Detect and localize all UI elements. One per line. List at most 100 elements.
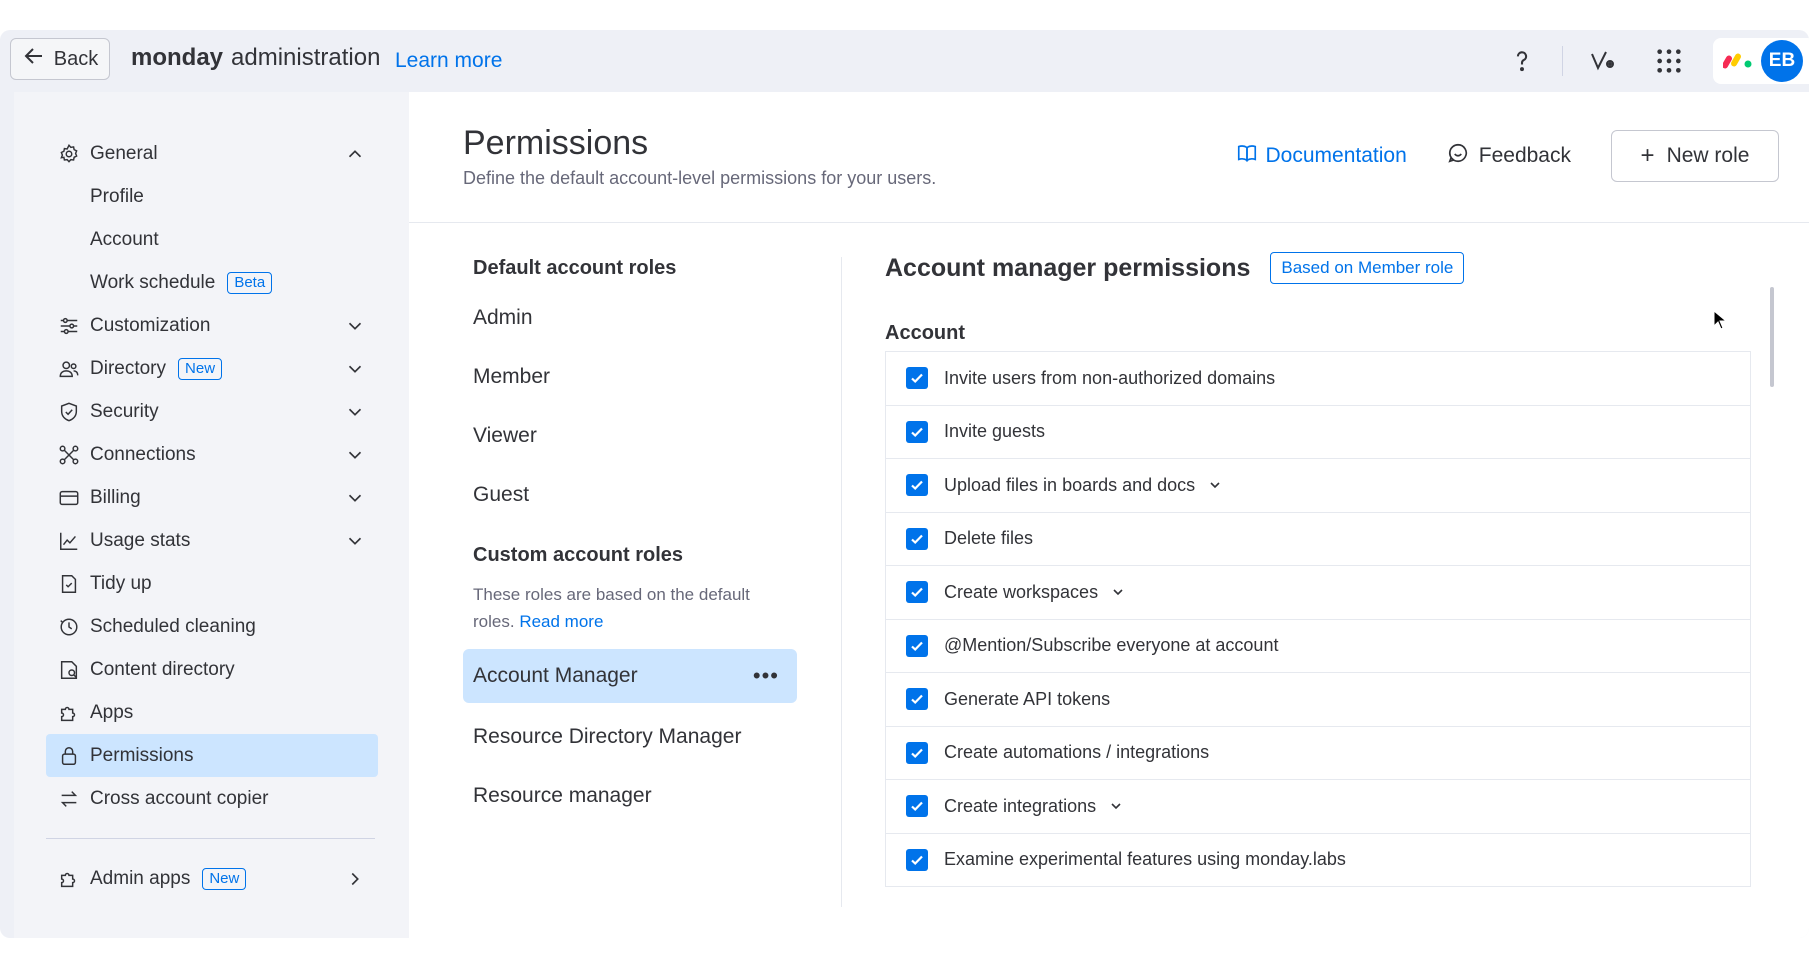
checkbox-checked-icon[interactable]	[906, 741, 928, 764]
checkbox-checked-icon[interactable]	[906, 420, 928, 443]
sidebar-item-profile[interactable]: Profile	[14, 175, 409, 218]
sidebar-item-label: Profile	[90, 185, 144, 207]
read-more-link[interactable]: Read more	[519, 612, 603, 631]
permission-label: Examine experimental features using mond…	[944, 849, 1346, 870]
sidebar-item-customization[interactable]: Customization	[14, 304, 409, 347]
permission-row: Invite users from non-authorized domains	[886, 352, 1750, 406]
sliders-icon	[58, 315, 80, 337]
permission-row: Create integrations	[886, 780, 1750, 834]
chevron-down-icon[interactable]	[344, 444, 366, 466]
chevron-up-icon[interactable]	[344, 143, 366, 165]
sidebar-item-permissions[interactable]: Permissions	[46, 734, 378, 777]
new-badge: New	[178, 357, 223, 380]
help-icon[interactable]	[1502, 41, 1542, 81]
custom-roles-heading: Custom account roles	[473, 544, 684, 566]
permission-row: Examine experimental features using mond…	[886, 834, 1750, 887]
permission-label: @Mention/Subscribe everyone at account	[944, 635, 1279, 656]
permission-row: Upload files in boards and docs	[886, 459, 1750, 513]
role-guest[interactable]: Guest	[463, 465, 803, 524]
permission-row: Generate API tokens	[886, 673, 1750, 727]
chevron-right-icon[interactable]	[344, 868, 366, 890]
permission-list: Invite users from non-authorized domains…	[885, 351, 1751, 887]
permission-row: Invite guests	[886, 406, 1750, 459]
role-member[interactable]: Member	[463, 347, 803, 406]
based-on-badge[interactable]: Based on Member role	[1270, 252, 1465, 284]
sidebar-item-work-schedule[interactable]: Work schedule Beta	[14, 261, 409, 304]
role-admin[interactable]: Admin	[463, 288, 803, 347]
column-divider	[841, 257, 842, 907]
sidebar-item-tidy-up[interactable]: Tidy up	[14, 562, 409, 605]
sidebar-item-label: Usage stats	[90, 529, 191, 551]
feedback-button[interactable]: Feedback	[1447, 142, 1571, 170]
book-icon	[1236, 142, 1258, 170]
arrow-left-icon	[22, 44, 46, 74]
sidebar-item-content-directory[interactable]: Content directory	[14, 648, 409, 691]
sidebar-item-account[interactable]: Account	[14, 218, 409, 261]
topbar-divider	[1562, 46, 1563, 76]
checkbox-checked-icon[interactable]	[906, 527, 928, 550]
role-resource-directory-manager[interactable]: Resource Directory Manager	[463, 707, 803, 766]
chevron-down-icon[interactable]	[344, 487, 366, 509]
documentation-link[interactable]: Documentation	[1236, 142, 1407, 170]
back-label: Back	[53, 47, 99, 70]
sidebar-item-label: Content directory	[90, 658, 235, 680]
sidebar-item-admin-apps[interactable]: Admin apps New	[14, 857, 409, 900]
role-viewer[interactable]: Viewer	[463, 406, 803, 465]
learn-more-link[interactable]: Learn more	[395, 49, 502, 73]
sidebar-item-label: Customization	[90, 314, 211, 336]
shield-icon	[58, 401, 80, 423]
permission-label: Upload files in boards and docs	[944, 474, 1196, 495]
checkbox-checked-icon[interactable]	[906, 848, 928, 871]
chevron-down-icon[interactable]	[344, 358, 366, 380]
permissions-panel: Account manager permissions Based on Mem…	[885, 252, 1755, 887]
chevron-down-icon[interactable]	[1108, 798, 1124, 814]
sidebar-item-billing[interactable]: Billing	[14, 476, 409, 519]
custom-roles-text: These roles are based on the default rol…	[473, 585, 750, 631]
permission-row: Create automations / integrations	[886, 727, 1750, 780]
chevron-down-icon[interactable]	[1207, 477, 1223, 493]
brand-rest: administration	[231, 44, 381, 71]
sidebar-item-security[interactable]: Security	[14, 390, 409, 433]
checkbox-checked-icon[interactable]	[906, 474, 928, 497]
role-resource-manager[interactable]: Resource manager	[463, 766, 803, 825]
chevron-down-icon[interactable]	[344, 401, 366, 423]
sidebar-item-connections[interactable]: Connections	[14, 433, 409, 476]
permission-label: Invite guests	[944, 421, 1046, 442]
checkbox-checked-icon[interactable]	[906, 795, 928, 818]
avatar[interactable]: EB	[1761, 40, 1803, 82]
vibe-icon[interactable]	[1583, 41, 1623, 81]
sidebar-item-apps[interactable]: Apps	[14, 691, 409, 734]
swap-icon	[58, 788, 80, 810]
chevron-down-icon[interactable]	[344, 315, 366, 337]
role-account-manager[interactable]: Account Manager •••	[463, 649, 797, 703]
account-switcher[interactable]: EB	[1713, 38, 1809, 84]
permissions-title-text: Account manager permissions	[885, 253, 1251, 282]
beta-badge: Beta	[227, 271, 273, 294]
sidebar-item-label: Connections	[90, 443, 196, 465]
scrollbar[interactable]	[1770, 287, 1774, 387]
sidebar-item-general[interactable]: General	[14, 132, 409, 175]
checkbox-checked-icon[interactable]	[906, 581, 928, 604]
main-content: Permissions Define the default account-l…	[409, 92, 1809, 938]
chat-icon	[1447, 142, 1469, 170]
sidebar-item-cross-account-copier[interactable]: Cross account copier	[14, 777, 409, 820]
checkbox-checked-icon[interactable]	[906, 634, 928, 657]
apps-grid-icon[interactable]	[1649, 41, 1689, 81]
connections-icon	[58, 444, 80, 466]
role-label: Account Manager	[473, 664, 638, 687]
sidebar-divider	[46, 838, 375, 839]
checkbox-checked-icon[interactable]	[906, 367, 928, 390]
checkbox-checked-icon[interactable]	[906, 688, 928, 711]
chevron-down-icon[interactable]	[1110, 584, 1126, 600]
sidebar-item-directory[interactable]: Directory New	[14, 347, 409, 390]
new-role-button[interactable]: + New role	[1611, 130, 1779, 182]
back-button[interactable]: Back	[10, 38, 110, 80]
card-icon	[58, 487, 80, 509]
chevron-down-icon[interactable]	[344, 530, 366, 552]
lock-icon	[58, 745, 80, 767]
feedback-label: Feedback	[1478, 144, 1571, 167]
sidebar-item-scheduled-cleaning[interactable]: Scheduled cleaning	[14, 605, 409, 648]
sidebar-item-usage-stats[interactable]: Usage stats	[14, 519, 409, 562]
more-options-icon[interactable]: •••	[753, 663, 779, 689]
sidebar: General Profile Account Work schedule Be…	[14, 92, 409, 938]
